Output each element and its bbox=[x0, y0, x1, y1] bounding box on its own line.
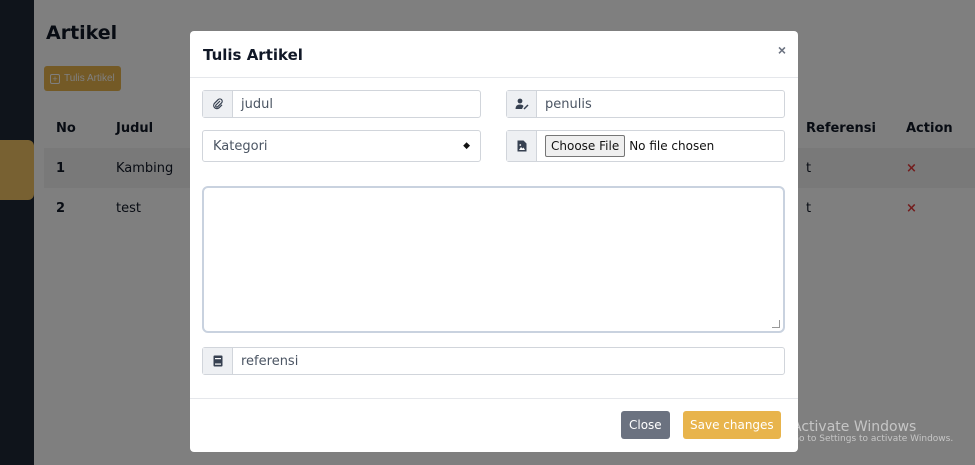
book-icon bbox=[203, 348, 233, 374]
windows-activation-watermark: Activate Windows Go to Settings to activ… bbox=[792, 419, 954, 445]
write-article-modal: Tulis Artikel × judul penulis Kategori ◆… bbox=[190, 31, 798, 452]
image-file-field: Choose File No file chosen bbox=[506, 130, 785, 162]
modal-title: Tulis Artikel bbox=[203, 46, 303, 64]
judul-input[interactable]: judul bbox=[233, 97, 273, 112]
penulis-field[interactable]: penulis bbox=[506, 90, 785, 118]
judul-field[interactable]: judul bbox=[202, 90, 481, 118]
user-edit-icon bbox=[507, 91, 537, 117]
close-icon[interactable]: × bbox=[778, 42, 786, 58]
watermark-line-1: Activate Windows bbox=[792, 419, 917, 435]
article-content-textarea[interactable] bbox=[202, 186, 785, 333]
choose-file-button[interactable]: Choose File bbox=[545, 135, 626, 157]
referensi-field[interactable]: referensi bbox=[202, 347, 785, 375]
kategori-selected-value: Kategori bbox=[213, 138, 268, 154]
file-image-icon bbox=[507, 131, 537, 161]
resize-handle-icon[interactable] bbox=[772, 320, 780, 328]
kategori-select[interactable]: Kategori ◆ bbox=[202, 130, 481, 162]
referensi-input[interactable]: referensi bbox=[233, 354, 298, 369]
penulis-input[interactable]: penulis bbox=[537, 97, 592, 112]
modal-footer: Close Save changes bbox=[190, 398, 798, 452]
file-status-text: No file chosen bbox=[629, 139, 715, 153]
close-button[interactable]: Close bbox=[621, 411, 670, 439]
save-changes-button[interactable]: Save changes bbox=[683, 411, 781, 439]
watermark-line-2: Go to Settings to activate Windows. bbox=[792, 434, 954, 445]
paperclip-icon bbox=[203, 91, 233, 117]
select-arrows-icon: ◆ bbox=[463, 141, 470, 151]
modal-header: Tulis Artikel × bbox=[190, 31, 798, 78]
